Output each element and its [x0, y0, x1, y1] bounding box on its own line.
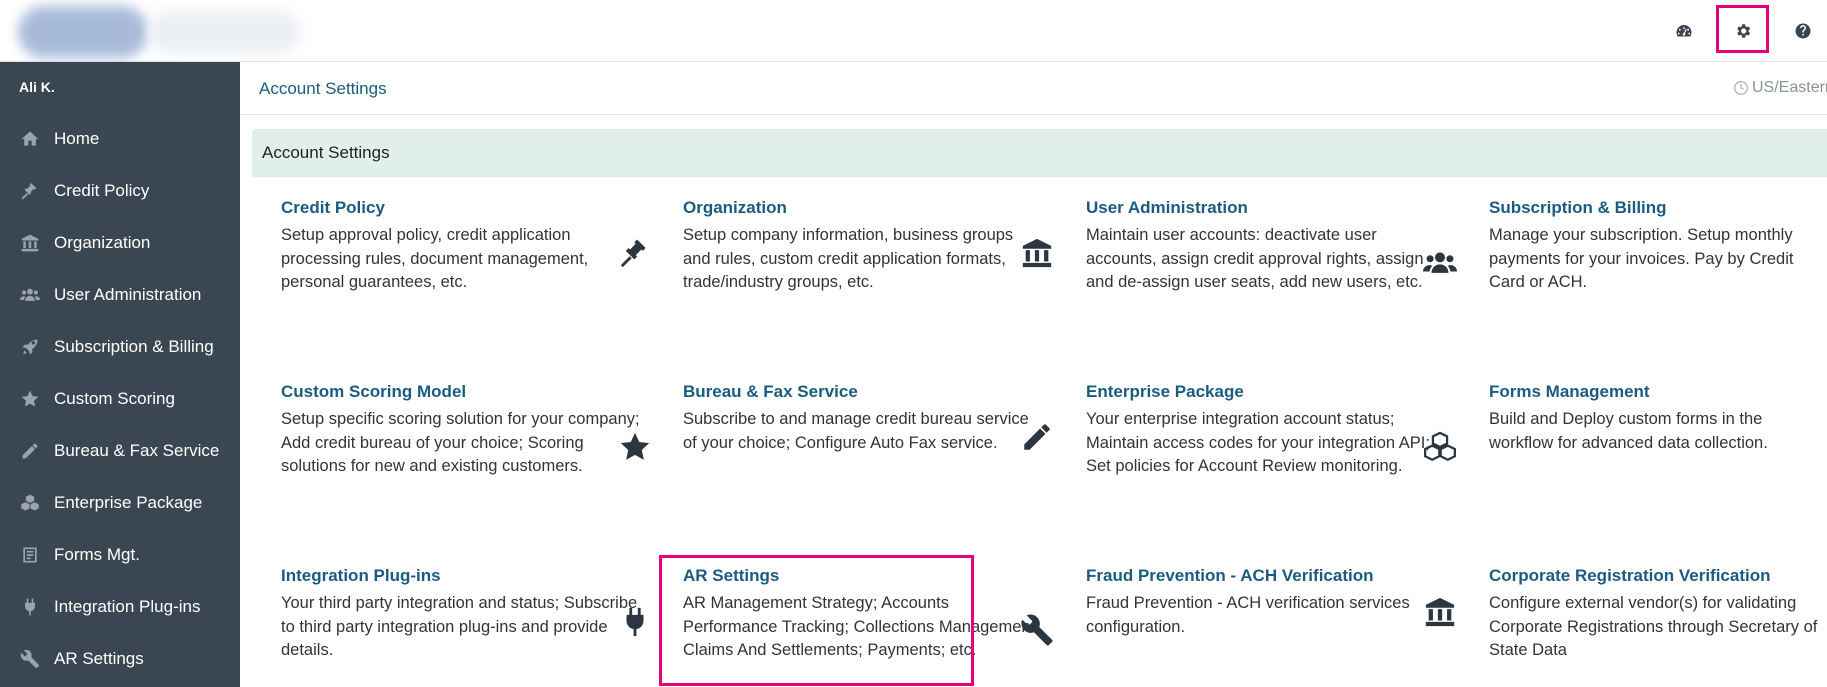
card-description: Setup approval policy, credit applicatio…: [281, 226, 589, 291]
card-description: Your enterprise integration account stat…: [1086, 410, 1430, 475]
sidebar-item-label: Organization: [54, 233, 151, 252]
dashboard-icon[interactable]: [1671, 18, 1697, 44]
card-description: Build and Deploy custom forms in the wor…: [1489, 410, 1768, 452]
card-credit-policy: Credit Policy Setup approval policy, cre…: [281, 198, 641, 295]
star-icon: [18, 387, 42, 411]
card-title-link[interactable]: Forms Management: [1489, 382, 1819, 402]
sidebar-item-custom-scoring[interactable]: Custom Scoring: [0, 373, 240, 425]
card-fraud-prevention-ach: Fraud Prevention - ACH Verification Frau…: [1086, 566, 1446, 639]
card-description: Maintain user accounts: deactivate user …: [1086, 226, 1424, 291]
plug-icon: [18, 595, 42, 619]
sidebar-item-label: AR Settings: [54, 649, 144, 668]
ar-settings-highlight-box: [659, 555, 974, 686]
card-title-link[interactable]: Fraud Prevention - ACH Verification: [1086, 566, 1446, 586]
card-forms-management: Forms Management Build and Deploy custom…: [1489, 382, 1819, 455]
sidebar-item-credit-policy[interactable]: Credit Policy: [0, 165, 240, 217]
pencil-icon: [1017, 417, 1057, 457]
timezone-label: US/Eastern: [1752, 79, 1827, 96]
card-description: Subscribe to and manage credit bureau se…: [683, 410, 1029, 452]
breadcrumb[interactable]: Account Settings: [259, 79, 387, 99]
gavel-icon: [615, 233, 655, 273]
sidebar: Ali K. Home Credit Policy Organization U…: [0, 62, 240, 687]
sidebar-item-label: User Administration: [54, 285, 202, 304]
card-description: Your third party integration and status;…: [281, 594, 638, 659]
card-title-link[interactable]: Bureau & Fax Service: [683, 382, 1043, 402]
panel-header: Account Settings: [252, 129, 1827, 177]
card-title-link[interactable]: Enterprise Package: [1086, 382, 1446, 402]
sidebar-item-label: Integration Plug-ins: [54, 597, 201, 616]
help-icon[interactable]: [1790, 18, 1816, 44]
clock-icon: [1734, 81, 1748, 95]
pencil-icon: [18, 439, 42, 463]
card-corporate-registration-verification: Corporate Registration Verification Conf…: [1489, 566, 1819, 663]
panel-title: Account Settings: [262, 143, 390, 162]
users-icon: [1420, 243, 1460, 283]
bank-icon: [18, 231, 42, 255]
card-title-link[interactable]: Credit Policy: [281, 198, 641, 218]
card-title-link[interactable]: User Administration: [1086, 198, 1446, 218]
sidebar-item-user-administration[interactable]: User Administration: [0, 269, 240, 321]
sidebar-item-label: Subscription & Billing: [54, 337, 214, 356]
card-user-administration: User Administration Maintain user accoun…: [1086, 198, 1446, 295]
gear-highlight-box: [1716, 5, 1769, 53]
card-description: Fraud Prevention - ACH verification serv…: [1086, 594, 1410, 636]
breadcrumb-bar: Account Settings US/Eastern: [240, 62, 1827, 115]
main-content: Account Settings US/Eastern Account Sett…: [240, 62, 1827, 687]
top-bar: [0, 0, 1827, 62]
cubes-icon: [18, 491, 42, 515]
card-title-link[interactable]: Integration Plug-ins: [281, 566, 641, 586]
bank-icon: [1420, 592, 1460, 632]
sidebar-item-subscription-billing[interactable]: Subscription & Billing: [0, 321, 240, 373]
company-logo[interactable]: [0, 0, 310, 62]
card-description: Configure external vendor(s) for validat…: [1489, 594, 1818, 659]
card-description: Manage your subscription. Setup monthly …: [1489, 226, 1794, 291]
rocket-icon: [18, 335, 42, 359]
sidebar-item-enterprise-package[interactable]: Enterprise Package: [0, 477, 240, 529]
sidebar-item-forms-mgt[interactable]: Forms Mgt.: [0, 529, 240, 581]
card-custom-scoring-model: Custom Scoring Model Setup specific scor…: [281, 382, 641, 479]
form-icon: [18, 543, 42, 567]
user-name: Ali K.: [19, 79, 55, 95]
sidebar-item-home[interactable]: Home: [0, 113, 240, 165]
wrench-icon: [18, 647, 42, 671]
sidebar-item-label: Bureau & Fax Service: [54, 441, 220, 460]
card-title-link[interactable]: Custom Scoring Model: [281, 382, 641, 402]
card-enterprise-package: Enterprise Package Your enterprise integ…: [1086, 382, 1446, 479]
sidebar-item-organization[interactable]: Organization: [0, 217, 240, 269]
card-title-link[interactable]: Subscription & Billing: [1489, 198, 1819, 218]
bank-icon: [1017, 233, 1057, 273]
sidebar-item-label: Custom Scoring: [54, 389, 175, 408]
cubes-icon: [1420, 427, 1460, 467]
sidebar-item-bureau-fax-service[interactable]: Bureau & Fax Service: [0, 425, 240, 477]
sidebar-item-label: Enterprise Package: [54, 493, 203, 512]
card-subscription-billing: Subscription & Billing Manage your subsc…: [1489, 198, 1819, 295]
card-integration-plugins: Integration Plug-ins Your third party in…: [281, 566, 641, 663]
plug-icon: [615, 602, 655, 642]
timezone-indicator: US/Eastern: [1733, 79, 1827, 97]
wrench-icon: [1017, 610, 1057, 650]
sidebar-item-label: Credit Policy: [54, 181, 150, 200]
gavel-icon: [18, 179, 42, 203]
card-organization: Organization Setup company information, …: [683, 198, 1043, 295]
sidebar-item-label: Forms Mgt.: [54, 545, 140, 564]
sidebar-item-label: Home: [54, 129, 100, 148]
star-icon: [615, 427, 655, 467]
users-icon: [18, 283, 42, 307]
home-icon: [18, 127, 42, 151]
card-description: Setup company information, business grou…: [683, 226, 1014, 291]
card-description: Setup specific scoring solution for your…: [281, 410, 640, 475]
sidebar-item-integration-plugins[interactable]: Integration Plug-ins: [0, 581, 240, 633]
card-title-link[interactable]: Corporate Registration Verification: [1489, 566, 1819, 586]
card-bureau-fax-service: Bureau & Fax Service Subscribe to and ma…: [683, 382, 1043, 455]
card-title-link[interactable]: Organization: [683, 198, 1043, 218]
sidebar-item-ar-settings[interactable]: AR Settings: [0, 633, 240, 685]
